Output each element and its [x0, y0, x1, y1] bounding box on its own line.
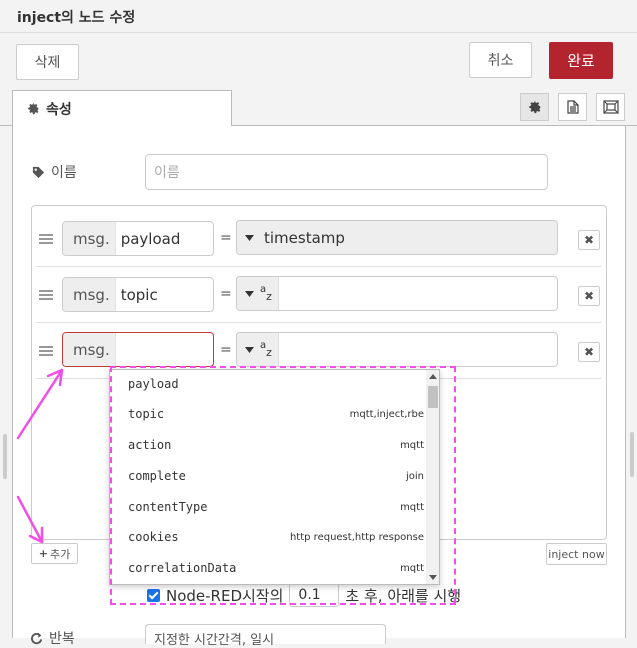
- annotation-arrows: [16, 368, 64, 544]
- annotation-arrow-up: [16, 368, 64, 440]
